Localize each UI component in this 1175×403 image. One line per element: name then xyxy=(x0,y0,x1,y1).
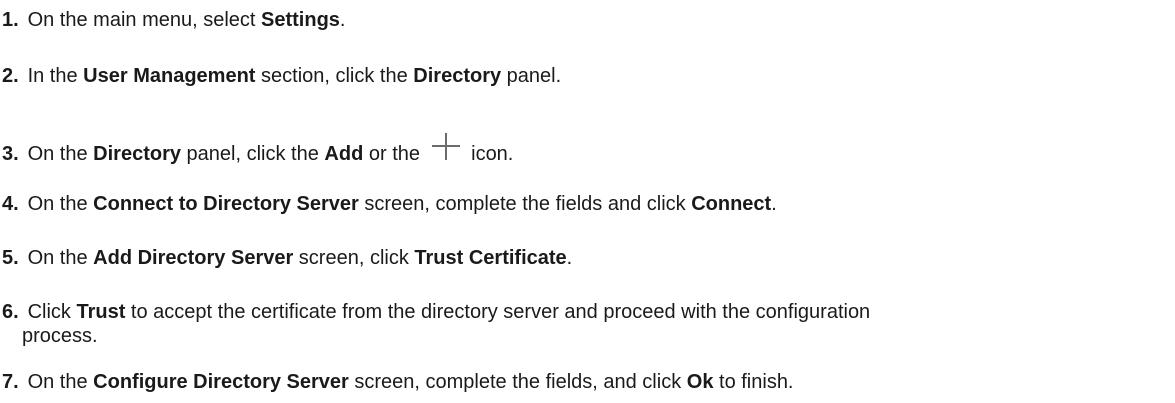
step-number: 6. xyxy=(2,301,19,323)
step-3: 3. On the Directory panel, click the Add… xyxy=(0,133,1175,168)
ui-term-trust-certificate: Trust Certificate xyxy=(414,247,567,269)
step-2: 2. In the User Management section, click… xyxy=(2,65,562,87)
step-4: 4. On the Connect to Directory Server sc… xyxy=(2,193,777,215)
step-number: 4. xyxy=(2,193,19,215)
instruction-steps: 1. On the main menu, select Settings. 2.… xyxy=(0,0,1175,403)
step-number: 2. xyxy=(2,65,19,87)
ui-term-configure-directory-server: Configure Directory Server xyxy=(93,371,349,393)
step-5: 5. On the Add Directory Server screen, c… xyxy=(2,247,573,269)
ui-term-add-directory-server: Add Directory Server xyxy=(93,247,294,269)
plus-icon xyxy=(430,130,462,162)
ui-term-connect: Connect xyxy=(691,193,772,215)
step-number: 1. xyxy=(2,9,19,31)
ui-term-ok: Ok xyxy=(686,371,714,393)
ui-term-settings: Settings xyxy=(261,9,340,31)
ui-term-directory: Directory xyxy=(93,143,181,165)
ui-term-connect-to-directory-server: Connect to Directory Server xyxy=(93,193,359,215)
step-number: 3. xyxy=(2,143,19,165)
step-continuation: process. xyxy=(22,325,98,347)
ui-term-user-management: User Management xyxy=(83,65,256,87)
step-6: 6. Click Trust to accept the certificate… xyxy=(0,300,1175,348)
ui-term-add: Add xyxy=(324,143,364,165)
step-number: 5. xyxy=(2,247,19,269)
step-7: 7. On the Configure Directory Server scr… xyxy=(2,371,794,393)
step-1: 1. On the main menu, select Settings. xyxy=(2,9,346,31)
step-number: 7. xyxy=(2,371,19,393)
ui-term-directory: Directory xyxy=(413,65,502,87)
ui-term-trust: Trust xyxy=(76,301,126,323)
